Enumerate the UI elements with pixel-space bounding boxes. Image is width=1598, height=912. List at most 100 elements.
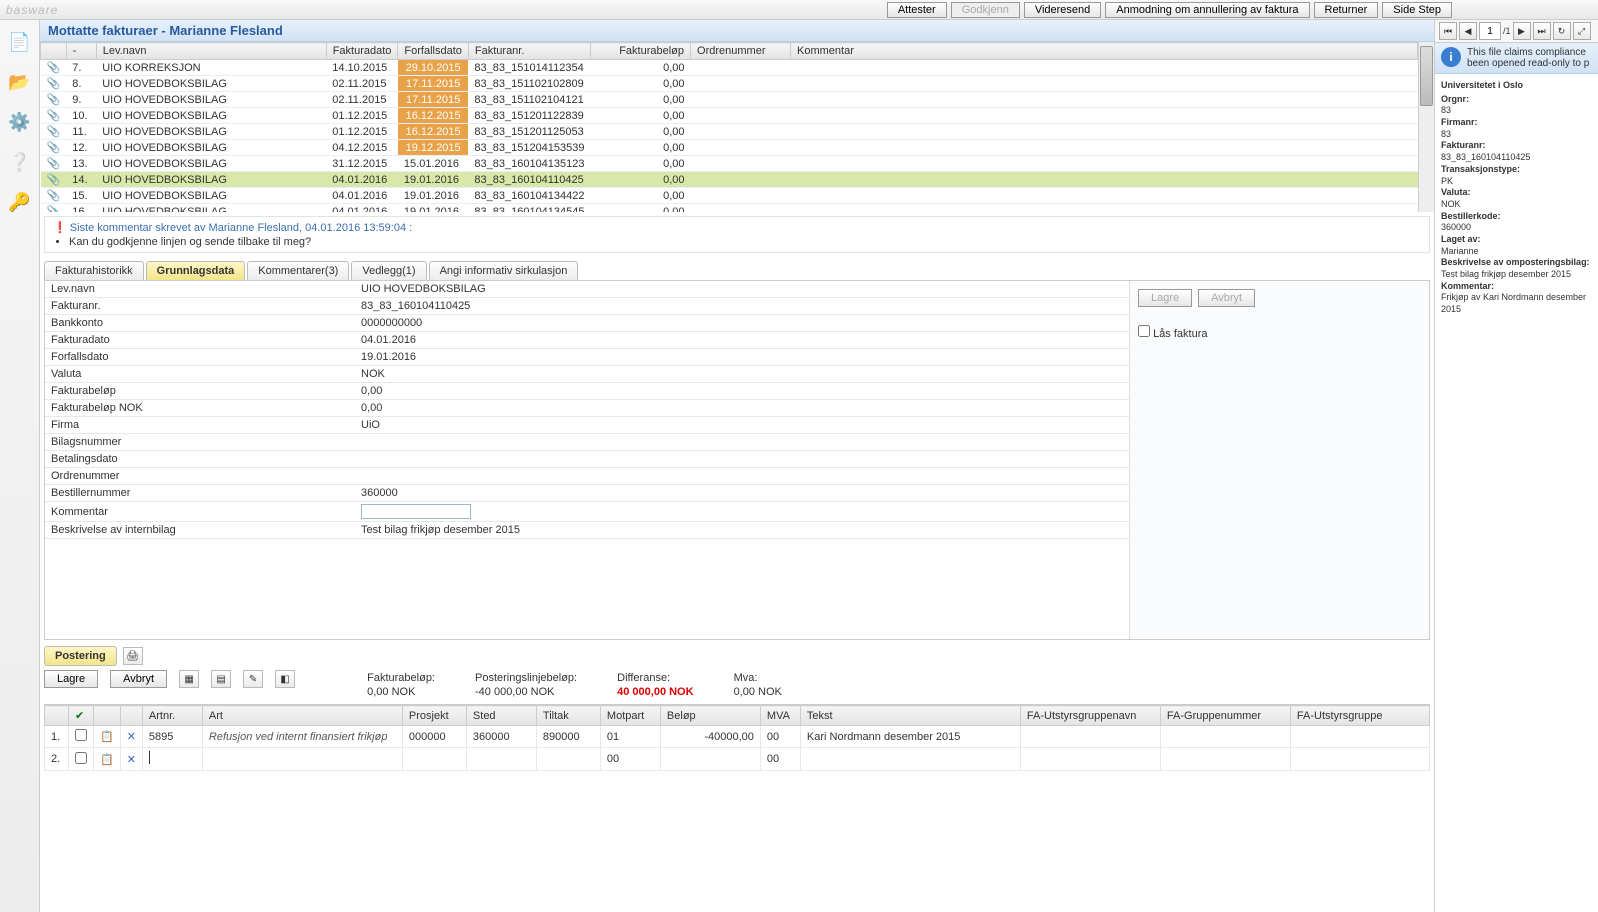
detail-label: Valuta <box>45 366 355 383</box>
copy-icon[interactable]: 📋 <box>100 754 114 766</box>
detail-label: Ordrenummer <box>45 468 355 485</box>
tab-sirkulasjon[interactable]: Angi informativ sirkulasjon <box>429 261 579 280</box>
pcol-fagn[interactable]: FA-Gruppenummer <box>1160 706 1290 726</box>
pcol-belop[interactable]: Beløp <box>660 706 760 726</box>
postering-icon-2[interactable]: ▤ <box>211 670 231 688</box>
col-lev[interactable]: Lev.navn <box>96 43 326 60</box>
postering-grid[interactable]: ✔ Artnr. Art Prosjekt Sted Tiltak Motpar… <box>44 704 1430 771</box>
top-toolbar: basware Attester Godkjenn Videresend Anm… <box>0 0 1598 20</box>
table-row[interactable]: 📎 11. UIO HOVEDBOKSBILAG 01.12.2015 16.1… <box>41 124 1418 140</box>
key-icon[interactable]: 🔑 <box>6 188 34 216</box>
grid-scrollbar[interactable] <box>1418 42 1434 212</box>
table-row[interactable]: 📎 14. UIO HOVEDBOKSBILAG 04.01.2016 19.0… <box>41 172 1418 188</box>
detail-label: Bankkonto <box>45 315 355 332</box>
tab-vedlegg[interactable]: Vedlegg(1) <box>351 261 426 280</box>
detail-value: 04.01.2016 <box>355 332 1129 349</box>
pcol-faug[interactable]: FA-Utstyrsgruppe <box>1290 706 1429 726</box>
col-idx[interactable]: - <box>66 43 96 60</box>
tab-grunnlag[interactable]: Grunnlagsdata <box>146 261 246 280</box>
col-ordre[interactable]: Ordrenummer <box>691 43 791 60</box>
tab-kommentarer[interactable]: Kommentarer(3) <box>247 261 349 280</box>
postering-lagre-button[interactable]: Lagre <box>44 670 98 688</box>
delete-icon[interactable]: ✕ <box>127 754 136 766</box>
detail-value: 0,00 <box>355 383 1129 400</box>
nav-page-input[interactable] <box>1479 22 1501 40</box>
detail-label: Bestillernummer <box>45 485 355 502</box>
table-row[interactable]: 📎 13. UIO HOVEDBOKSBILAG 31.12.2015 15.0… <box>41 156 1418 172</box>
invoice-grid-wrap: - Lev.navn Fakturadato Forfallsdato Fakt… <box>40 42 1434 212</box>
table-row[interactable]: 📎 12. UIO HOVEDBOKSBILAG 04.12.2015 19.1… <box>41 140 1418 156</box>
pcol-motpart[interactable]: Motpart <box>600 706 660 726</box>
col-forfall[interactable]: Forfallsdato <box>398 43 468 60</box>
col-fnr[interactable]: Fakturanr. <box>468 43 590 60</box>
copy-icon[interactable]: 📋 <box>100 731 114 743</box>
pcol-artnr[interactable]: Artnr. <box>142 706 202 726</box>
help-icon[interactable]: ❔ <box>6 148 34 176</box>
tab-historikk[interactable]: Fakturahistorikk <box>44 261 144 280</box>
annuller-button[interactable]: Anmodning om annullering av faktura <box>1105 2 1309 18</box>
col-fdato[interactable]: Fakturadato <box>326 43 398 60</box>
postering-tab[interactable]: Postering <box>44 646 117 666</box>
postering-icon-1[interactable]: ▦ <box>179 670 199 688</box>
text-cursor[interactable] <box>149 751 151 764</box>
row-checkbox[interactable] <box>75 729 87 741</box>
invoice-grid[interactable]: - Lev.navn Fakturadato Forfallsdato Fakt… <box>40 42 1418 212</box>
info-icon: i <box>1441 47 1461 67</box>
returner-button[interactable]: Returner <box>1314 2 1379 18</box>
documents-icon[interactable]: 📄 <box>6 28 34 56</box>
table-row[interactable]: 📎 7. UIO KORREKSJON 14.10.2015 29.10.201… <box>41 60 1418 76</box>
postering-row[interactable]: 2. 📋 ✕ 00 00 <box>45 748 1430 771</box>
detail-label: Lev.navn <box>45 281 355 298</box>
nav-expand-icon[interactable]: ⤢ <box>1573 22 1591 40</box>
attester-button[interactable]: Attester <box>887 2 947 18</box>
delete-icon[interactable]: ✕ <box>127 731 136 743</box>
settings-gear-icon[interactable]: ⚙️ <box>6 108 34 136</box>
nav-first-icon[interactable]: ⏮ <box>1439 22 1457 40</box>
detail-label: Forfallsdato <box>45 349 355 366</box>
videresend-button[interactable]: Videresend <box>1024 2 1101 18</box>
postering-row[interactable]: 1. 📋 ✕ 5895 Refusjon ved internt finansi… <box>45 726 1430 748</box>
table-row[interactable]: 📎 15. UIO HOVEDBOKSBILAG 04.01.2016 19.0… <box>41 188 1418 204</box>
table-row[interactable]: 📎 8. UIO HOVEDBOKSBILAG 02.11.2015 17.11… <box>41 76 1418 92</box>
page-title: Mottatte fakturaer - Marianne Flesland <box>40 20 1434 42</box>
banner-line1: Siste kommentar skrevet av Marianne Fles… <box>70 222 412 234</box>
folder-icon[interactable]: 📂 <box>6 68 34 96</box>
detail-label: Bilagsnummer <box>45 434 355 451</box>
left-rail: 📄 📂 ⚙️ ❔ 🔑 <box>0 20 40 912</box>
table-row[interactable]: 📎 16. UIO HOVEDBOKSBILAG 04.01.2016 19.0… <box>41 204 1418 213</box>
scroll-thumb[interactable] <box>1420 46 1433 106</box>
pcol-faugn[interactable]: FA-Utstyrsgruppenavn <box>1020 706 1160 726</box>
nav-last-icon[interactable]: ⏭ <box>1533 22 1551 40</box>
pcol-tekst[interactable]: Tekst <box>800 706 1020 726</box>
avbryt-button: Avbryt <box>1198 289 1255 307</box>
right-preview-panel: ⏮ ◀ /1 ▶ ⏭ ↻ ⤢ i This file claims compli… <box>1434 20 1598 912</box>
pcol-tiltak[interactable]: Tiltak <box>536 706 600 726</box>
postering-icon-4[interactable]: ◧ <box>275 670 295 688</box>
postering-avbryt-button[interactable]: Avbryt <box>110 670 167 688</box>
detail-value: 0,00 <box>355 400 1129 417</box>
detail-label: Fakturabeløp NOK <box>45 400 355 417</box>
col-belop[interactable]: Fakturabeløp <box>591 43 691 60</box>
kommentar-input[interactable] <box>361 504 471 519</box>
postering-icon-3[interactable]: ✎ <box>243 670 263 688</box>
table-row[interactable]: 📎 10. UIO HOVEDBOKSBILAG 01.12.2015 16.1… <box>41 108 1418 124</box>
lagre-button: Lagre <box>1138 289 1192 307</box>
col-komm[interactable]: Kommentar <box>791 43 1418 60</box>
pcol-sted[interactable]: Sted <box>466 706 536 726</box>
pcol-mva[interactable]: MVA <box>760 706 800 726</box>
nav-prev-icon[interactable]: ◀ <box>1459 22 1477 40</box>
sidestep-button[interactable]: Side Step <box>1382 2 1452 18</box>
postering-tool-icon[interactable]: 🖨 <box>123 647 143 665</box>
info-text: This file claims compliance been opened … <box>1467 47 1592 69</box>
pcol-art[interactable]: Art <box>202 706 402 726</box>
pcol-prosjekt[interactable]: Prosjekt <box>402 706 466 726</box>
nav-refresh-icon[interactable]: ↻ <box>1553 22 1571 40</box>
check-all-icon[interactable]: ✔ <box>75 710 84 722</box>
nav-next-icon[interactable]: ▶ <box>1513 22 1531 40</box>
godkjenn-button: Godkjenn <box>951 2 1020 18</box>
detail-form: Lev.navnUIO HOVEDBOKSBILAGFakturanr.83_8… <box>45 281 1129 639</box>
row-checkbox[interactable] <box>75 752 87 764</box>
detail-label: Beskrivelse av internbilag <box>45 522 355 539</box>
laas-faktura-checkbox[interactable]: Lås faktura <box>1138 328 1207 340</box>
table-row[interactable]: 📎 9. UIO HOVEDBOKSBILAG 02.11.2015 17.11… <box>41 92 1418 108</box>
